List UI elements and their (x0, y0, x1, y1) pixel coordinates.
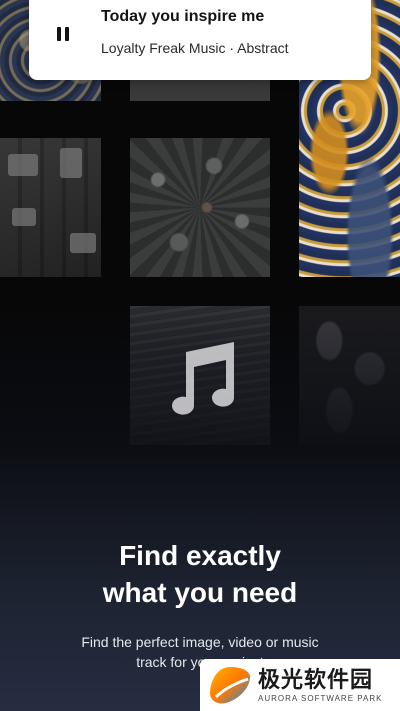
track-title: Today you inspire me (101, 8, 265, 25)
headline-line-2: what you need (102, 577, 298, 608)
image-tile-desk-workspace[interactable] (0, 138, 101, 277)
watermark-english-text: AURORA SOFTWARE PARK (258, 693, 383, 703)
watermark-chinese-text: 极光软件园 (258, 667, 374, 693)
pause-button[interactable] (49, 22, 77, 46)
image-tile-dark-leaves[interactable] (299, 306, 400, 445)
image-tile-pine-branches[interactable] (130, 138, 270, 277)
onboarding-headline: Find exactly what you need (0, 537, 400, 611)
description-line-1: Find the perfect image, video or music (81, 634, 319, 650)
music-note-icon (172, 342, 234, 415)
now-playing-card[interactable]: Today you inspire me Loyalty Freak Music… (29, 0, 371, 80)
pause-icon (57, 27, 69, 41)
headline-line-1: Find exactly (119, 540, 281, 571)
watermark-badge: 极光软件园 AURORA SOFTWARE PARK (200, 659, 400, 711)
onboarding-screen: Today you inspire me Loyalty Freak Music… (0, 0, 400, 711)
aurora-logo-icon (210, 667, 250, 704)
track-artist-genre: Loyalty Freak Music · Abstract (101, 40, 289, 56)
